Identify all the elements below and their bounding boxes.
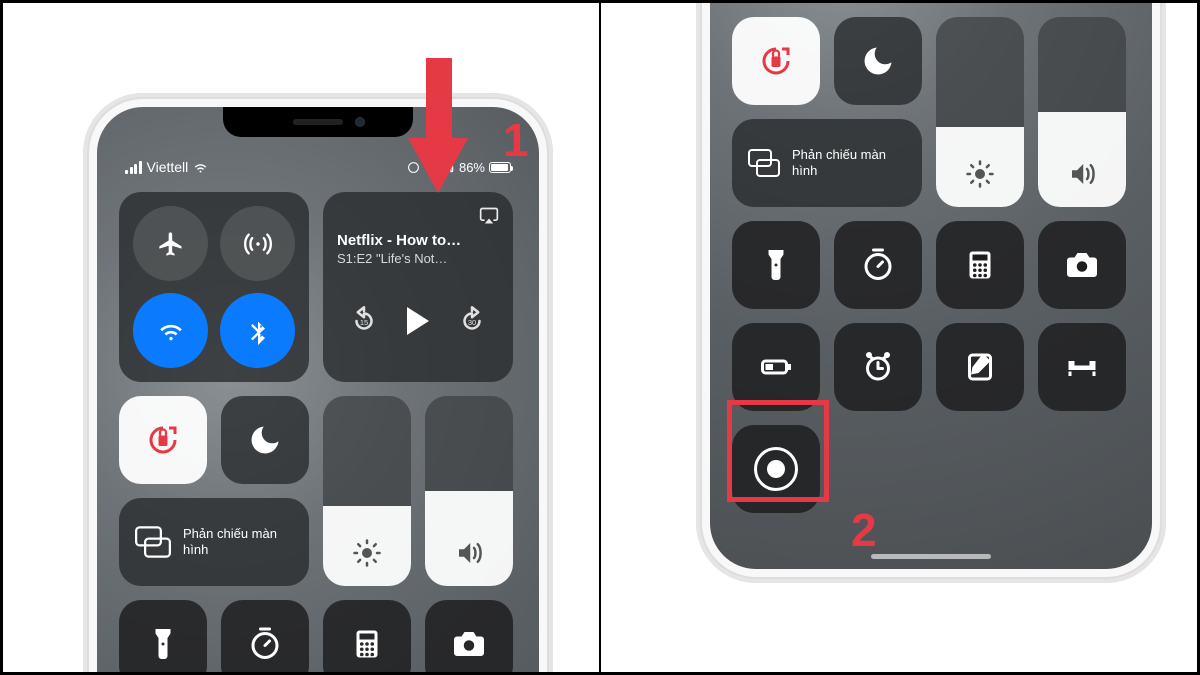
low-power-mode-button[interactable] bbox=[732, 323, 820, 411]
play-button-icon[interactable] bbox=[407, 307, 429, 335]
camera-button[interactable] bbox=[1038, 221, 1126, 309]
alarm-button[interactable] bbox=[834, 323, 922, 411]
bluetooth-button[interactable] bbox=[220, 293, 295, 368]
calculator-button[interactable] bbox=[936, 221, 1024, 309]
wifi-button[interactable] bbox=[133, 293, 208, 368]
screen-mirroring-icon bbox=[748, 149, 780, 177]
rotation-lock-button[interactable] bbox=[732, 17, 820, 105]
flashlight-button[interactable] bbox=[119, 600, 207, 675]
brightness-icon bbox=[352, 538, 382, 568]
carrier-label: Viettell bbox=[147, 159, 189, 175]
calculator-button[interactable] bbox=[323, 600, 411, 675]
volume-icon bbox=[1067, 159, 1097, 189]
volume-slider[interactable] bbox=[425, 396, 513, 586]
do-not-disturb-button[interactable] bbox=[834, 17, 922, 105]
camera-button[interactable] bbox=[425, 600, 513, 675]
screen-mirroring-button[interactable]: Phản chiếu màn hình bbox=[119, 498, 309, 586]
cellular-signal-icon bbox=[125, 161, 142, 174]
wifi-icon bbox=[193, 160, 208, 175]
media-title: Netflix - How to… bbox=[337, 232, 499, 249]
rotation-lock-button[interactable] bbox=[119, 396, 207, 484]
iphone-frame: Viettell 86% bbox=[83, 93, 553, 675]
airplay-icon[interactable] bbox=[479, 206, 499, 226]
notes-button[interactable] bbox=[936, 323, 1024, 411]
volume-icon bbox=[454, 538, 484, 568]
step-number-1: 1 bbox=[503, 113, 529, 167]
skip-forward-icon[interactable]: 30 bbox=[457, 306, 487, 336]
tutorial-step-2-panel: Phản chiếu màn hình bbox=[600, 0, 1200, 675]
control-center: Netflix - How to… S1:E2 "Life's Not… 15 … bbox=[97, 192, 539, 675]
flashlight-button[interactable] bbox=[732, 221, 820, 309]
do-not-disturb-button[interactable] bbox=[221, 396, 309, 484]
timer-button[interactable] bbox=[834, 221, 922, 309]
screen-mirroring-label: Phản chiếu màn hình bbox=[792, 147, 906, 180]
svg-text:30: 30 bbox=[468, 318, 476, 327]
volume-slider[interactable] bbox=[1038, 17, 1126, 207]
brightness-slider[interactable] bbox=[936, 17, 1024, 207]
timer-button[interactable] bbox=[221, 600, 309, 675]
connectivity-group bbox=[119, 192, 309, 382]
brightness-icon bbox=[965, 159, 995, 189]
media-player-tile[interactable]: Netflix - How to… S1:E2 "Life's Not… 15 … bbox=[323, 192, 513, 382]
screen-mirroring-label: Phản chiếu màn hình bbox=[183, 526, 293, 559]
tutorial-step-1-panel: Viettell 86% bbox=[0, 0, 600, 675]
screen-mirroring-icon bbox=[135, 524, 171, 560]
media-subtitle: S1:E2 "Life's Not… bbox=[337, 251, 499, 266]
swipe-down-arrow-annotation bbox=[398, 58, 478, 198]
home-indicator bbox=[871, 554, 991, 559]
step-number-2: 2 bbox=[851, 503, 877, 557]
screen-mirroring-button[interactable]: Phản chiếu màn hình bbox=[732, 119, 922, 207]
notch bbox=[223, 107, 413, 137]
skip-back-icon[interactable]: 15 bbox=[349, 306, 379, 336]
sleep-button[interactable] bbox=[1038, 323, 1126, 411]
airplane-mode-button[interactable] bbox=[133, 206, 208, 281]
svg-text:15: 15 bbox=[360, 318, 368, 327]
highlight-box-annotation bbox=[727, 400, 829, 502]
brightness-slider[interactable] bbox=[323, 396, 411, 586]
cellular-data-button[interactable] bbox=[220, 206, 295, 281]
